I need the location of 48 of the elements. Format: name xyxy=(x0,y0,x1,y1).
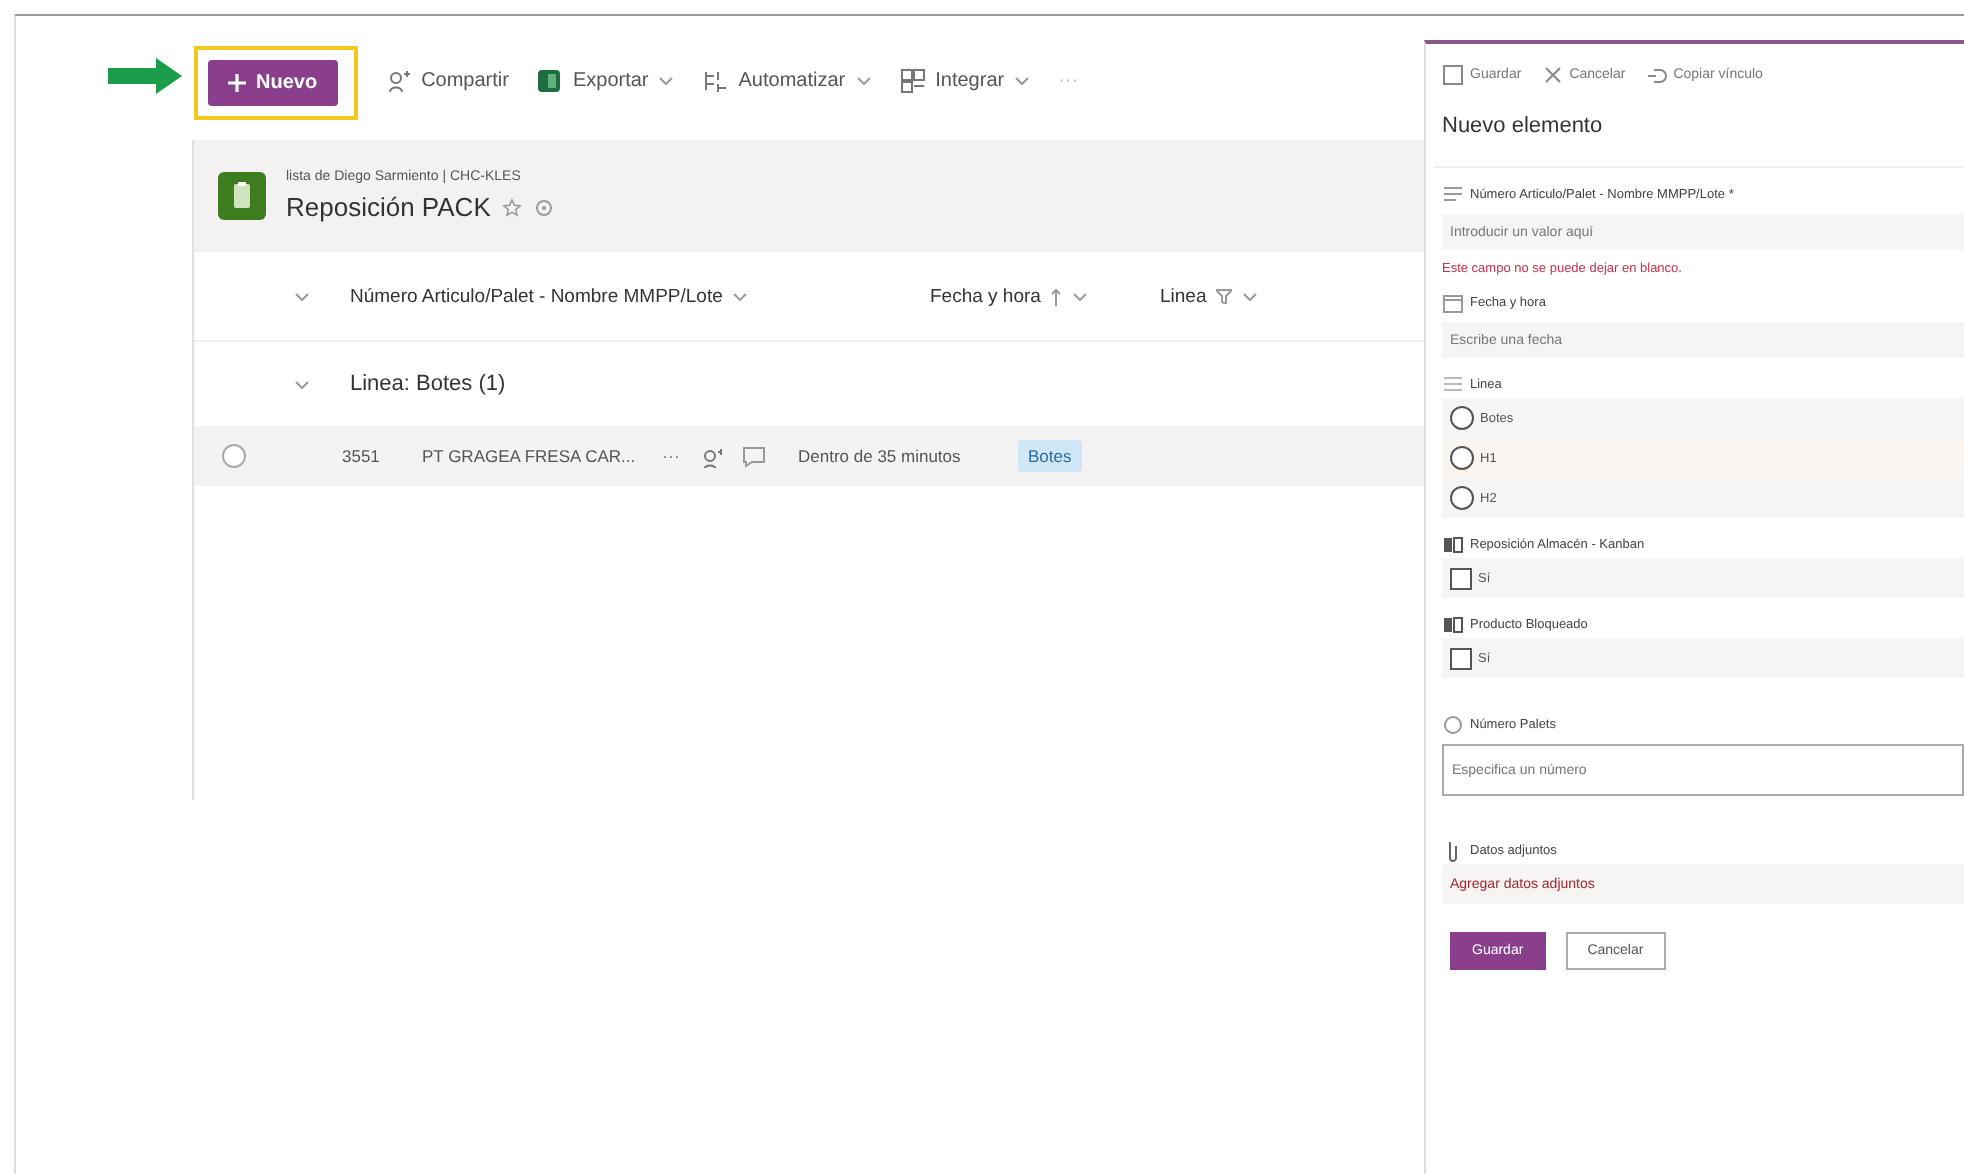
choice-icon xyxy=(1442,373,1464,395)
share-icon xyxy=(700,445,722,467)
column-header[interactable]: Fecha y hora xyxy=(930,285,1120,307)
toggle-icon xyxy=(1442,533,1464,555)
toolbar-button[interactable]: Integrar xyxy=(899,67,1031,93)
column-header[interactable]: Linea xyxy=(1160,285,1259,307)
comment-icon xyxy=(742,445,766,467)
list-icon xyxy=(218,172,266,220)
close-icon xyxy=(1541,64,1564,86)
spreadsheet-icon xyxy=(536,67,563,93)
column-header[interactable]: Número Articulo/Palet - Nombre MMPP/Lote xyxy=(350,285,890,307)
list-row[interactable]: 3551 PT GRAGEA FRESA CAR... ··· Dentro de 35 minutos Botes xyxy=(194,426,1424,486)
group-label: Linea: Botes (1) xyxy=(350,372,506,396)
line-tag: Botes xyxy=(1018,440,1082,472)
toggle-icon xyxy=(1442,613,1464,635)
toolbar-button[interactable]: Exportar xyxy=(536,67,675,93)
radio-button[interactable] xyxy=(1450,486,1474,510)
share-icon xyxy=(385,67,412,93)
plus-icon xyxy=(228,73,246,91)
chevron-icon xyxy=(294,289,310,303)
text-field-icon xyxy=(1442,183,1464,205)
panel-title: Nuevo elemento xyxy=(1434,86,1964,168)
new-button[interactable]: Nuevo xyxy=(208,59,338,105)
chevron-icon xyxy=(732,289,749,303)
flow-icon xyxy=(702,67,729,93)
more-button[interactable]: ··· xyxy=(662,446,680,466)
chevron-icon xyxy=(855,73,872,87)
list-title: Reposición PACK xyxy=(286,192,491,222)
row-select-radio[interactable] xyxy=(222,444,246,468)
calendar-icon xyxy=(1442,291,1464,313)
chevron-icon xyxy=(1014,73,1031,87)
toolbar-button[interactable]: Automatizar xyxy=(702,67,872,93)
filter-icon xyxy=(1216,288,1233,304)
table-cell-text: 3551 xyxy=(342,446,382,466)
table-cell-text: PT GRAGEA FRESA CAR... xyxy=(422,446,638,466)
toolbar-button[interactable]: Compartir xyxy=(385,67,509,93)
sort-up-icon xyxy=(1050,287,1063,305)
grid-icon xyxy=(899,67,926,93)
checkbox[interactable] xyxy=(1450,567,1472,589)
chevron-icon xyxy=(1072,289,1089,303)
star-icon xyxy=(502,197,523,217)
checkbox[interactable] xyxy=(1450,647,1472,669)
radio-button[interactable] xyxy=(1450,406,1474,430)
table-cell-text: Dentro de 35 minutos xyxy=(798,446,963,466)
chevron-icon xyxy=(1242,289,1259,303)
chevron-icon xyxy=(658,73,675,87)
arrow-icon xyxy=(106,56,186,96)
radio-button[interactable] xyxy=(1450,446,1474,470)
